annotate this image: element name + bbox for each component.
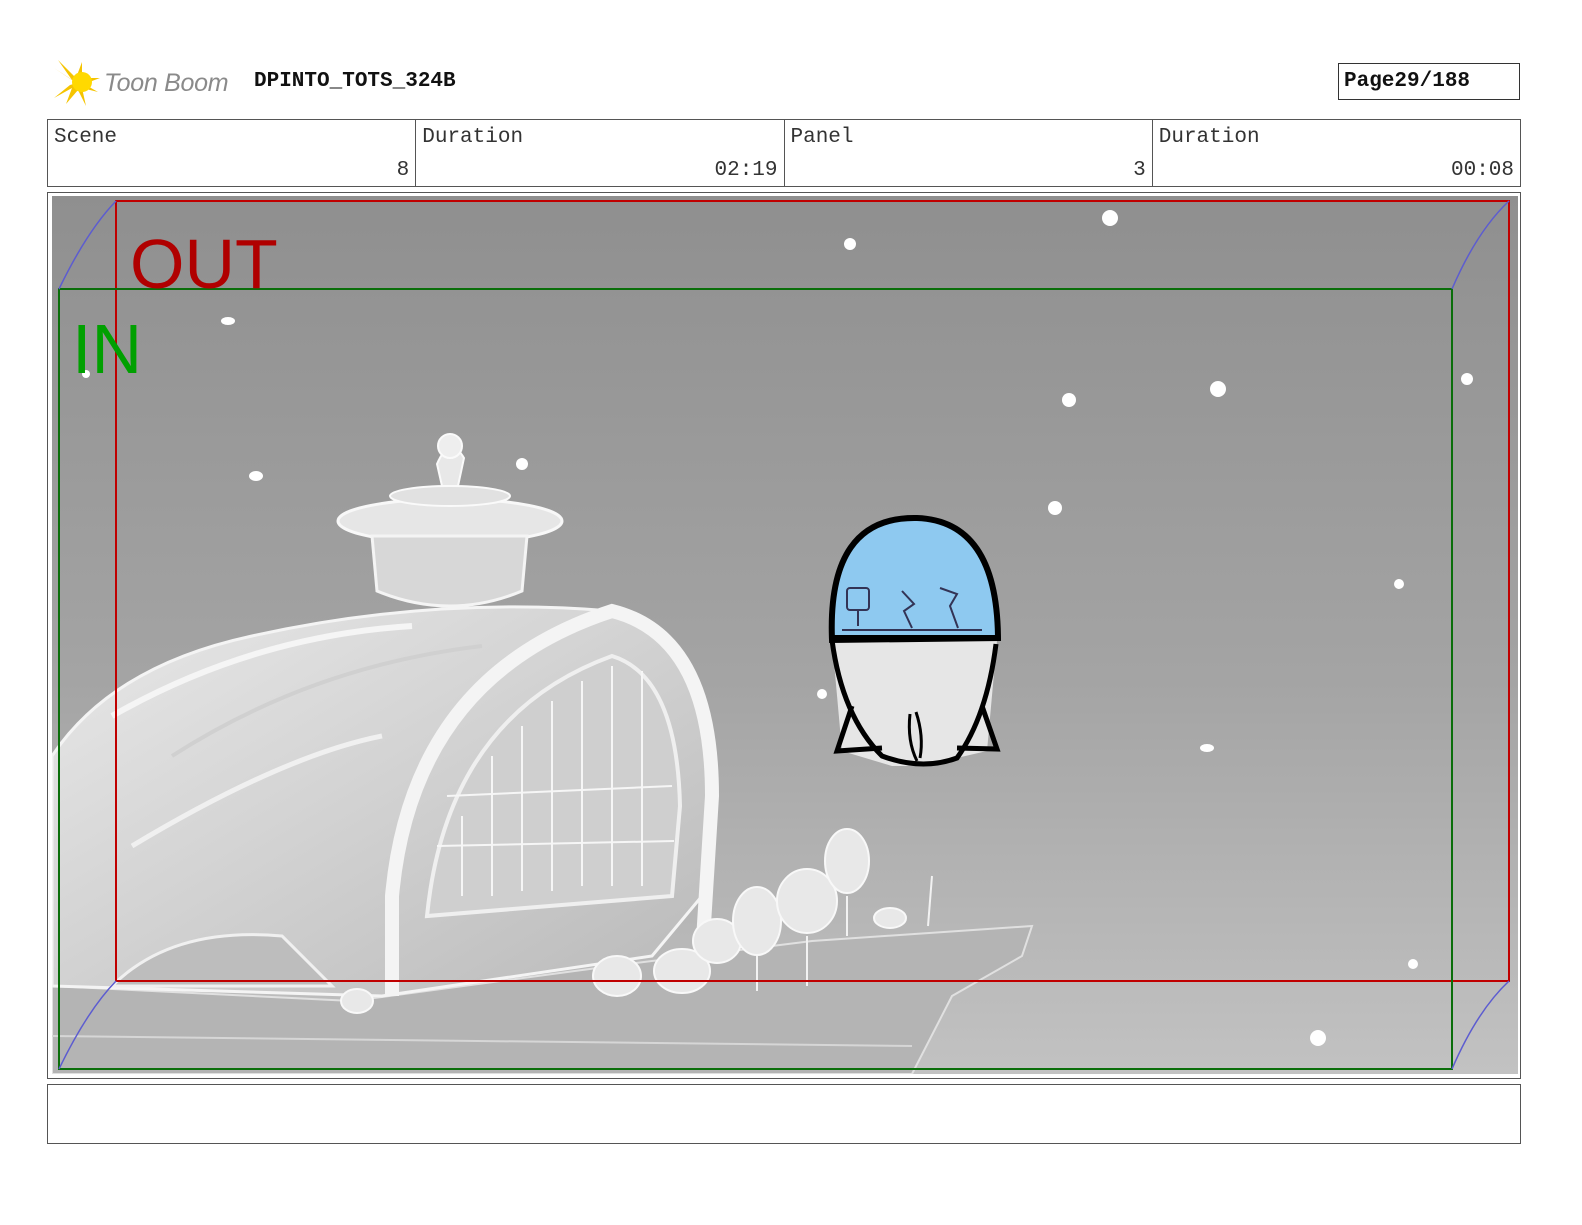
logo-text: Toon Boom — [104, 68, 229, 97]
scene-cell: Scene 8 — [48, 120, 417, 186]
storyboard-panel-image: OUT IN — [52, 196, 1518, 1074]
page-number: 29/188 — [1394, 70, 1471, 93]
caption-box[interactable] — [47, 1084, 1521, 1144]
panel-cell: Panel 3 — [785, 120, 1153, 186]
panel-drawing: OUT IN — [52, 196, 1518, 1074]
panel-duration-value: 00:08 — [1450, 159, 1514, 182]
scene-duration-cell: Duration 02:19 — [416, 120, 785, 186]
scene-value: 8 — [396, 159, 410, 182]
shot-info-table: Scene 8 Duration 02:19 Panel 3 Duration … — [47, 119, 1521, 187]
toon-boom-logo: Toon Boom — [52, 56, 229, 110]
panel-duration-label: Duration — [1158, 126, 1260, 149]
flying-pod-sketch — [828, 514, 1002, 767]
scene-duration-label: Duration — [422, 126, 524, 149]
out-label: OUT — [130, 225, 278, 303]
page-label: Page — [1344, 70, 1395, 93]
panel-value: 3 — [1133, 159, 1146, 182]
page-indicator: Page 29/188 — [1338, 63, 1520, 100]
starburst-icon — [54, 60, 100, 106]
panel-label: Panel — [790, 126, 854, 149]
scene-duration-value: 02:19 — [714, 159, 778, 182]
project-title: DPINTO_TOTS_324B — [254, 70, 456, 93]
panel-duration-cell: Duration 00:08 — [1153, 120, 1520, 186]
scene-label: Scene — [54, 126, 118, 149]
in-label: IN — [72, 310, 142, 388]
